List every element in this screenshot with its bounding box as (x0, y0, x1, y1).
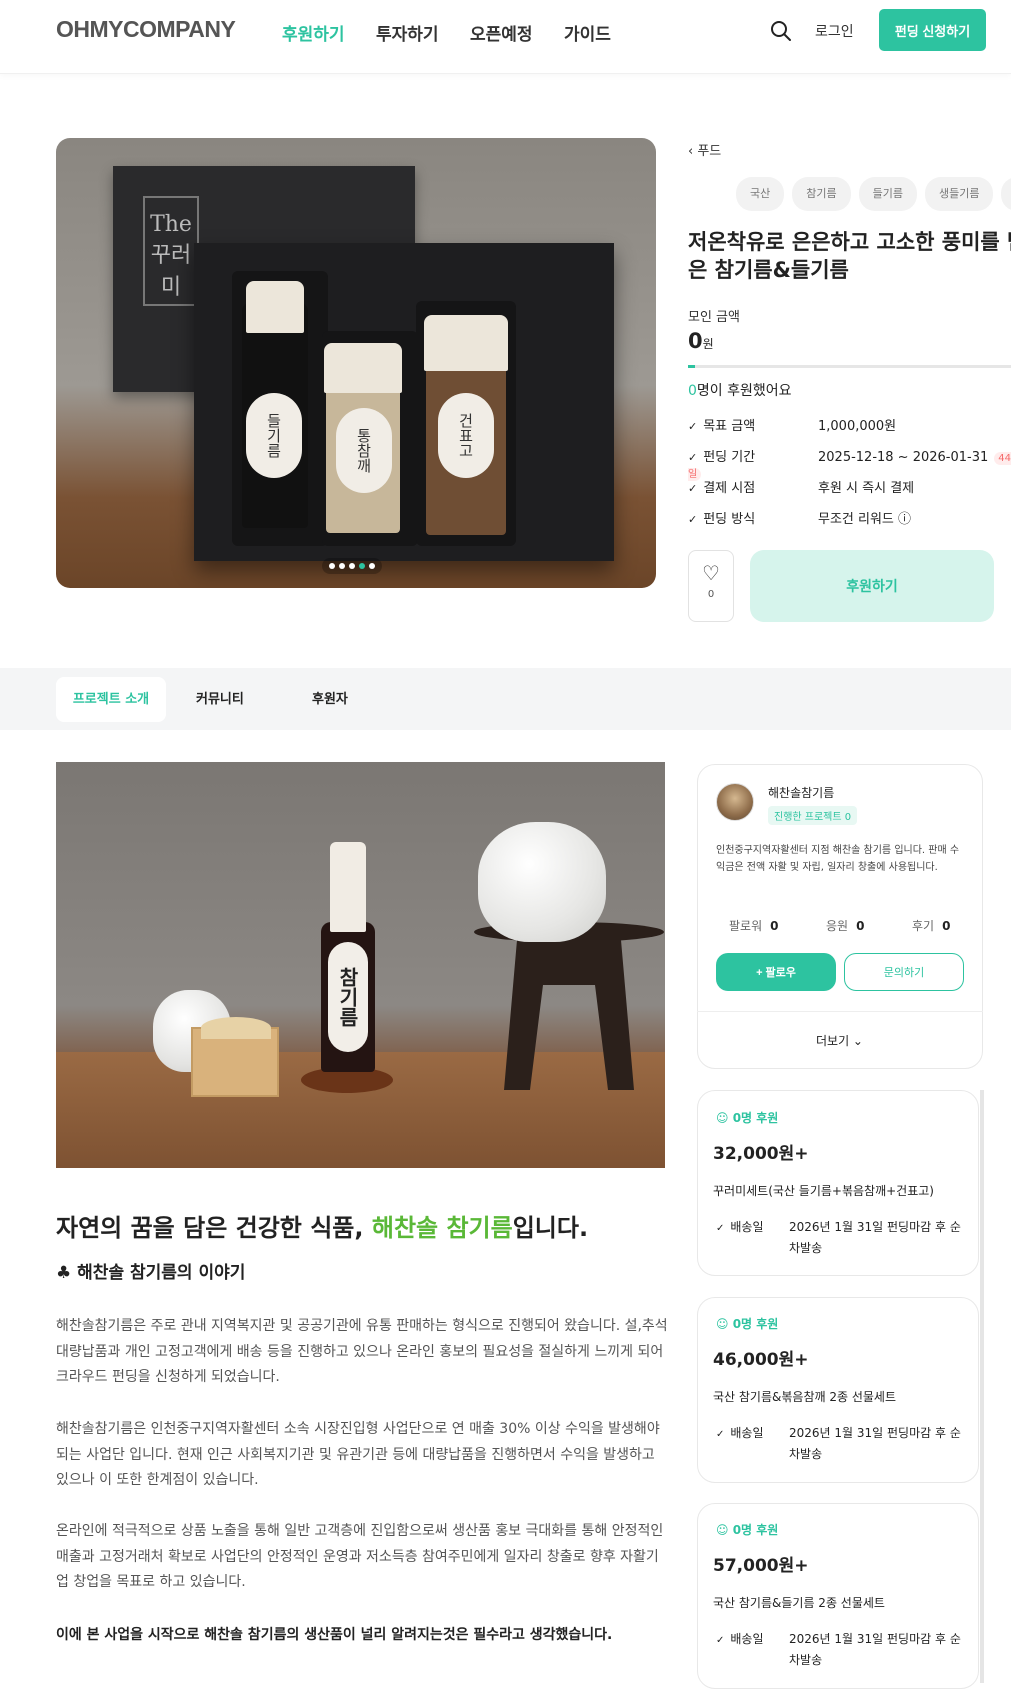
project-main-image[interactable]: The 꾸러미 들기름 통참깨 건표고 (56, 138, 656, 588)
slide-dot[interactable] (339, 563, 345, 569)
tag-list: 국산 참기름 들기름 생들기름 저온 (736, 177, 1011, 211)
slide-dot-active[interactable] (359, 563, 365, 569)
nav-guide[interactable]: 가이드 (564, 20, 611, 45)
amount-label: 모인 금액 (688, 310, 740, 325)
gift-box-base: 들기름 통참깨 건표고 (194, 243, 614, 561)
amount-raised: 0원 (688, 329, 714, 353)
like-button[interactable]: ♡ 0 (688, 550, 734, 622)
rewards-scrollbar[interactable] (980, 1090, 984, 1683)
lid-brand-logo: The 꾸러미 (143, 196, 199, 306)
slide-dot[interactable] (349, 563, 355, 569)
like-count: 0 (707, 589, 715, 600)
apply-funding-button[interactable]: 펀딩 신청하기 (879, 9, 986, 51)
inquiry-button[interactable]: 문의하기 (844, 953, 964, 991)
reward-backer-count: ☺ 0명 후원 (716, 1523, 779, 1537)
backers-count: 0명이 후원했어요 (688, 383, 792, 399)
content-paragraph: 해찬솔참기름은 주로 관내 지역복지관 및 공공기관에 유통 판매하는 형식으로… (56, 1318, 668, 1385)
reward-name: 국산 참기름&볶음참깨 2종 선물세트 (713, 1390, 896, 1404)
card-divider (697, 1011, 983, 1012)
category-breadcrumb[interactable]: ‹ 푸드 (688, 140, 721, 159)
bottle-label-shiitake: 건표고 (438, 393, 494, 478)
content-headline: 자연의 꿈을 담은 건강한 식품, 해찬솔 참기름입니다. (56, 1214, 589, 1242)
funding-progress-bar (688, 365, 1011, 368)
content-subhead: ♣ 해찬솔 참기름의 이야기 (56, 1263, 246, 1283)
slide-indicator[interactable] (322, 558, 382, 574)
stat-cheers: 응원 0 (826, 919, 865, 933)
tag-chip[interactable]: 참기름 (792, 177, 851, 211)
reward-price: 32,000원+ (713, 1144, 809, 1164)
content-paragraph: 온라인에 적극적으로 상품 노출을 통해 일반 고객층에 진입함으로써 생산품 … (56, 1523, 664, 1590)
tag-chip[interactable]: 생들기름 (925, 177, 994, 211)
more-button[interactable]: 더보기 ⌄ (816, 1032, 863, 1049)
creator-name[interactable]: 해찬솔참기름 (768, 784, 834, 801)
follow-button[interactable]: + 팔로우 (716, 953, 836, 991)
content-bottle-label: 참기름 (328, 942, 368, 1052)
nav-upcoming[interactable]: 오픈예정 (470, 20, 533, 45)
nav-support[interactable]: 후원하기 (282, 20, 345, 45)
tab-backers[interactable]: 후원자 (296, 677, 364, 722)
logo[interactable]: OHMYCOMPANY (56, 16, 236, 43)
stat-followers: 팔로워 0 (729, 919, 779, 933)
tag-chip[interactable]: 저온 (1001, 177, 1011, 211)
reward-backer-count: ☺ 0명 후원 (716, 1317, 779, 1331)
reward-price: 46,000원+ (713, 1350, 809, 1370)
heart-icon: ♡ (702, 561, 720, 585)
support-button[interactable]: 후원하기 (750, 550, 994, 622)
info-goal: 목표 금액1,000,000원 (688, 415, 896, 434)
creator-description: 인천중구지역자활센터 지점 해찬솔 참기름 입니다. 판매 수익금은 전액 자활… (716, 845, 960, 873)
avatar[interactable] (716, 783, 754, 821)
info-period: 펀딩 기간2025-12-18 ~ 2026-01-3144일 (688, 446, 1011, 481)
slide-dot[interactable] (329, 563, 335, 569)
tab-project-intro[interactable]: 프로젝트 소개 (56, 677, 166, 722)
nav-invest[interactable]: 투자하기 (376, 20, 439, 45)
tag-chip[interactable]: 국산 (736, 177, 785, 211)
content-paragraph: 해찬솔참기름은 인천중구지역자활센터 소속 시장진입형 사업단으로 연 매출 3… (56, 1421, 660, 1488)
tab-community[interactable]: 커뮤니티 (180, 677, 260, 722)
project-title: 저온착유로 은은하고 고소한 풍미를 담 은 참기름&들기름 (688, 230, 1011, 282)
reward-price: 57,000원+ (713, 1556, 809, 1576)
tag-chip[interactable]: 들기름 (858, 177, 917, 211)
content-product-image: 참기름 (56, 762, 665, 1168)
reward-name: 국산 참기름&들기름 2종 선물세트 (713, 1596, 885, 1610)
stat-reviews: 후기 0 (912, 919, 951, 933)
projects-badge: 진행한 프로젝트 0 (768, 806, 858, 825)
content-bold-paragraph: 이에 본 사업을 시작으로 해찬솔 참기름의 생산품이 널리 알려지는것은 필수… (56, 1627, 613, 1643)
site-header: OHMYCOMPANY 후원하기 투자하기 오픈예정 가이드 로그인 펀딩 신청… (0, 0, 1011, 74)
info-method: 펀딩 방식무조건 리워드 ⓘ (688, 508, 911, 527)
login-link[interactable]: 로그인 (815, 21, 854, 41)
bottle-label-perilla: 들기름 (246, 393, 302, 478)
search-icon[interactable] (769, 19, 793, 43)
reward-backer-count: ☺ 0명 후원 (716, 1111, 779, 1125)
info-payment: 결제 시점후원 시 즉시 결제 (688, 477, 914, 496)
reward-name: 꾸러미세트(국산 들기름+볶음참깨+건표고) (713, 1184, 934, 1198)
slide-dot[interactable] (369, 563, 375, 569)
project-tabs: 프로젝트 소개 커뮤니티 후원자 (0, 668, 1011, 730)
bottle-label-sesame: 통참깨 (336, 408, 392, 493)
